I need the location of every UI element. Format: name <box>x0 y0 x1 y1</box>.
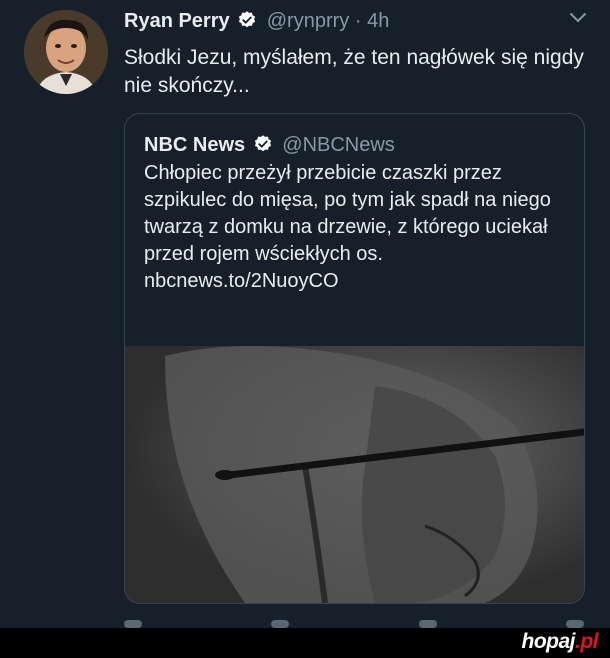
quoted-tweet-header: NBC News @NBCNews <box>144 132 395 158</box>
avatar[interactable] <box>24 10 108 94</box>
watermark-brand: hopaj <box>521 630 576 653</box>
quoted-author-handle: @NBCNews <box>282 134 395 156</box>
author-handle[interactable]: @rynprry <box>267 10 350 32</box>
tweet-timestamp[interactable]: 4h <box>367 10 389 32</box>
avatar-photo <box>24 10 108 94</box>
chevron-down-icon[interactable] <box>568 10 588 26</box>
footer-bar: hopaj.pl <box>0 628 610 658</box>
verified-badge-icon <box>239 11 256 28</box>
share-icon[interactable] <box>565 620 584 628</box>
like-icon[interactable] <box>418 620 437 628</box>
author-name[interactable]: Ryan Perry <box>124 10 230 32</box>
verified-badge-icon <box>254 135 271 152</box>
quoted-author-name: NBC News <box>144 134 246 156</box>
quoted-tweet-body: Chłopiec przeżył przebicie czaszki przez… <box>144 162 551 265</box>
retweet-icon[interactable] <box>271 620 290 628</box>
quoted-tweet-card[interactable]: NBC News @NBCNews Chłopiec przeżył przeb… <box>124 113 585 604</box>
xray-image[interactable] <box>125 346 584 603</box>
site-watermark: hopaj.pl <box>522 630 599 654</box>
watermark-domain: .pl <box>575 630 599 653</box>
xray-photo <box>125 346 584 603</box>
separator-dot: · <box>354 10 362 32</box>
tweet-header: Ryan Perry @rynprry · 4h <box>124 8 590 34</box>
reply-icon[interactable] <box>124 620 142 628</box>
tweet-text: Słodki Jezu, myślałem, że ten nagłówek s… <box>124 46 584 97</box>
quoted-tweet-text: Chłopiec przeżył przebicie czaszki przez… <box>144 160 564 295</box>
quoted-tweet-link[interactable]: nbcnews.to/2NuoyCO <box>144 270 339 292</box>
